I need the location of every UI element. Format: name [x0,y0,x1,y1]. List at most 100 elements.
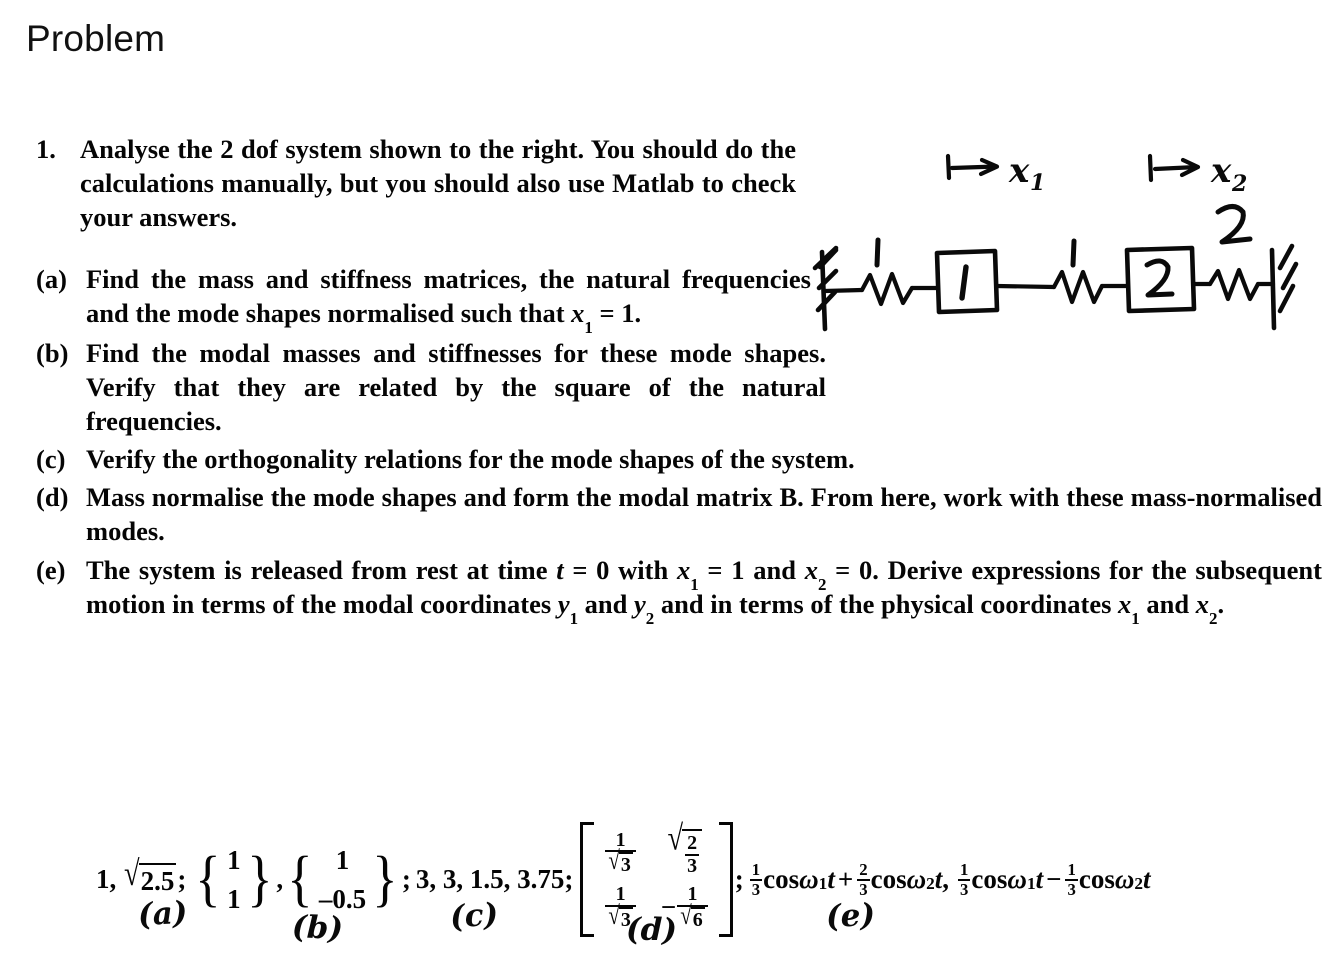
motion1-t-2: t [934,864,943,895]
part-d-text-1: Mass normalise the mode shapes and form … [86,482,780,513]
displacement-arrow-x2 [1147,153,1201,183]
answer-freq-first: 1, [96,864,117,895]
spring-1 [822,271,940,307]
part-e-time-variable: t [556,554,564,585]
part-e-x2b: x [1195,588,1209,619]
spring-2-label-mark [1070,238,1077,268]
answer-natural-frequencies: 1, √ 2.5 ; [96,856,187,897]
answer-motion-expression-1: 1 3 cos ω 1 t + 2 3 cos ω 2 t [749,860,943,899]
part-e-x2-sub: 2 [817,574,827,594]
part-e-text-6: and in terms of the physical coordinates [654,588,1119,619]
part-c-text: Verify the orthogonality relations for t… [86,444,855,475]
answer-summary-line: 1, √ 2.5 ; { 1 1 } , { 1 –0.5 } ; 3, 3, … [96,821,1151,938]
mode-shape-vector-1: { 1 1 } [193,838,274,922]
figure-arrow-label-x2-sub: 2 [1231,171,1247,197]
spring-3-label-mark [1215,204,1253,245]
figure-arrow-label-x1-sub: 1 [1030,170,1045,196]
motion1-cos-1: cos [763,864,800,895]
item-1-text: Analyse the 2 dof system shown to the ri… [80,134,796,233]
answer-freq-semicolon: ; [177,864,187,895]
matrix-r1c2-denominator: 3 [685,853,700,877]
motion2-coeff-2: 1 3 [1065,860,1078,899]
part-e-y2: y [634,588,646,619]
figure-arrow-label-x1: x [1008,151,1030,191]
matrix-r2c1-radical: √ [608,900,620,931]
part-e-text-3: = 1 and [698,554,805,585]
figure-arrow-label-x2: x [1210,151,1232,191]
motion2-coeff1-num: 1 [960,860,969,880]
answer-semicolon-2: ; [401,864,411,895]
part-e-text-2: = 0 with [563,554,677,585]
radical-sign: √ [124,854,140,894]
question-part-b: (b) Find the modal masses and stiffnesse… [36,336,826,438]
mass-block-1 [934,248,1000,315]
motion2-coeff2-num: 1 [1067,860,1076,880]
motion1-omega-2: ω [906,864,927,895]
answer-semicolon-3: ; [734,864,744,895]
part-e-y2-sub: 2 [645,608,655,628]
modal-matrix-symbol: B [779,482,798,513]
matrix-bracket-left [580,822,595,938]
motion1-coeff1-num: 1 [751,860,761,880]
part-e-marker: (e) [36,554,66,585]
left-wall [812,245,839,332]
part-b-text: Find the modal masses and stiffnesses fo… [86,338,826,437]
handwritten-label-e: (e) [825,897,876,935]
motion1-coeff2-num: 2 [859,860,868,880]
part-e-y1-sub: 1 [569,608,579,628]
motion2-t-2: t [1143,864,1151,895]
part-d-marker: (d) [36,482,69,513]
question-item-1: 1. Analyse the 2 dof system shown to the… [36,132,796,234]
part-d-text: Mass normalise the mode shapes and form … [86,480,1322,548]
vector-1-row-2: 1 [227,883,241,914]
part-e-text: The system is released from rest at time… [86,553,1322,627]
handwritten-label-d: (d) [625,911,678,949]
motion1-coeff-2: 2 3 [857,860,870,898]
part-a-text-before: Find the mass and stiffness matrices, th… [86,264,811,329]
motion2-cos-2: cos [1078,864,1115,895]
matrix-r2c2-radical: √ [680,900,692,931]
matrix-r1c1-radicand: 3 [618,852,633,877]
vector-2-cells: 1 –0.5 [315,838,370,922]
part-e-x1b: x [1118,588,1132,619]
vector-1-cells: 1 1 [223,838,245,922]
matrix-r1c1-denominator: √ 3 [605,845,636,877]
motion2-coeff2-den: 3 [1065,878,1078,899]
motion1-t-1: t [827,864,835,895]
page-title: Problem [26,18,166,59]
vector-2-brace-right: } [372,845,398,914]
displacement-arrow-x1 [945,153,1000,181]
matrix-r1c2-numerator: 2 [687,832,698,854]
motion-comma: , [942,864,950,895]
spring-1-label-mark [874,237,881,268]
question-part-a: (a) Find the mass and stiffness matrices… [36,262,811,336]
part-a-text-after: = 1. [592,298,642,329]
part-e-text-8: . [1217,588,1225,619]
answer-vector-comma: , [276,864,284,895]
motion1-coeff-1: 1 3 [749,860,763,898]
vector-1-row-1: 1 [227,844,241,875]
part-e-y1: y [557,588,570,619]
vector-1-brace-right: } [246,845,273,914]
mass-2-label-mark [1144,258,1175,298]
item-1-marker: 1. [36,134,56,164]
part-e-x1: x [676,554,691,585]
part-e-text-7: and [1139,588,1196,619]
sqrt-2point5: √ 2.5 [124,856,177,897]
question-part-c: (c) Verify the orthogonality relations f… [36,442,1322,476]
right-wall [1269,243,1299,331]
matrix-r2c2-denominator: √ 6 [677,900,708,931]
motion1-cos-2: cos [870,864,907,895]
answer-motion-expression-2: 1 3 cos ω1t − 1 3 cos ω2t [958,860,1151,899]
motion2-minus: − [1046,864,1062,895]
mass-block-2 [1124,245,1197,314]
motion2-cos-1: cos [971,864,1008,895]
matrix-r1c1-radical: √ [608,845,620,876]
motion1-plus: + [837,864,854,895]
spring-2 [994,269,1130,305]
matrix-cell-r1c1: 1 √ 3 [605,829,636,877]
part-e-x1b-sub: 1 [1131,608,1140,628]
motion2-coeff-1: 1 3 [958,860,971,898]
handwritten-label-b: (b) [291,909,344,947]
part-a-variable: x [571,298,585,329]
